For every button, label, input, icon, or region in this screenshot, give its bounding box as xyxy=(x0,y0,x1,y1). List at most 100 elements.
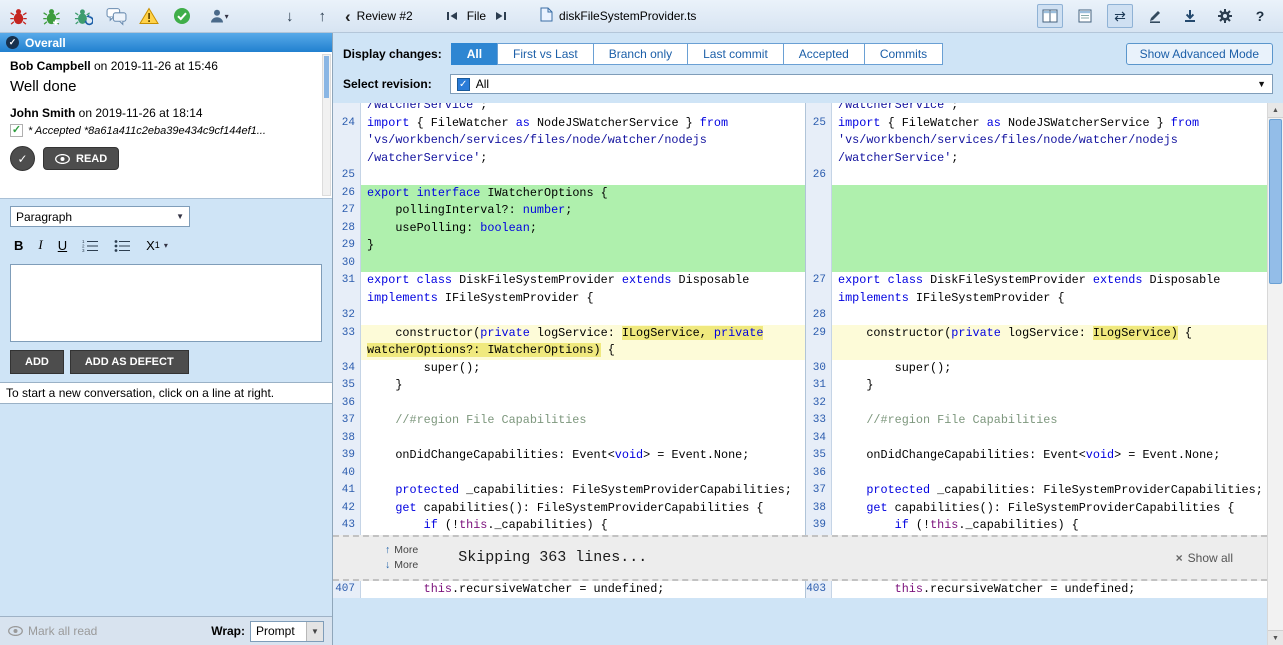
show-advanced-mode-button[interactable]: Show Advanced Mode xyxy=(1126,43,1273,65)
back-to-review[interactable]: ‹ Review #2 xyxy=(345,8,413,25)
diff-row[interactable]: 39 if (!this._capabilities) { xyxy=(806,517,1267,535)
diff-row[interactable]: /watcherService'; xyxy=(333,103,805,115)
comments-scrollbar-thumb[interactable] xyxy=(324,56,329,98)
diff-row[interactable]: 28 xyxy=(806,307,1267,325)
user-menu-icon[interactable]: ▾ xyxy=(203,4,234,28)
diff-row[interactable] xyxy=(806,202,1267,220)
diff-row[interactable]: 28 usePolling: boolean; xyxy=(333,220,805,238)
edit-file-icon[interactable] xyxy=(1142,4,1168,28)
diff-scrollbar[interactable]: ▲ ▼ xyxy=(1267,103,1283,645)
diff-row[interactable]: 37 protected _capabilities: FileSystemPr… xyxy=(806,482,1267,500)
diff-row[interactable]: 33 //#region File Capabilities xyxy=(806,412,1267,430)
show-all-button[interactable]: ×Show all xyxy=(1176,551,1233,565)
add-as-defect-button[interactable]: ADD AS DEFECT xyxy=(70,350,189,374)
diff-row[interactable] xyxy=(806,342,1267,360)
bullet-list-button[interactable] xyxy=(114,239,131,252)
diff-row[interactable]: 26export interface IWatcherOptions { xyxy=(333,185,805,203)
move-down-icon[interactable]: ↓ xyxy=(279,4,301,28)
paragraph-style-select[interactable]: Paragraph ▼ xyxy=(10,206,190,227)
diff-row[interactable]: 41 protected _capabilities: FileSystemPr… xyxy=(333,482,805,500)
diff-row[interactable]: 32 xyxy=(333,307,805,325)
diff-row[interactable]: 29 constructor(private logService: ILogS… xyxy=(806,325,1267,343)
new-review-bug-icon[interactable] xyxy=(41,4,63,28)
diff-row[interactable]: 29} xyxy=(333,237,805,255)
download-icon[interactable] xyxy=(1177,4,1203,28)
read-button[interactable]: READ xyxy=(43,147,119,170)
compare-mode-icon[interactable]: ⇄ xyxy=(1107,4,1133,28)
subscript-button[interactable]: X1 ▾ xyxy=(146,238,168,253)
diff-row[interactable]: 37 //#region File Capabilities xyxy=(333,412,805,430)
scroll-down-icon[interactable]: ▼ xyxy=(1268,630,1283,645)
comments-scrollbar[interactable] xyxy=(322,54,331,196)
help-icon[interactable]: ? xyxy=(1247,4,1273,28)
current-file[interactable]: diskFileSystemProvider.ts xyxy=(540,7,696,25)
more-down-button[interactable]: ↓More xyxy=(385,559,418,571)
move-up-icon[interactable]: ↑ xyxy=(311,4,333,28)
diff-row[interactable]: 40 xyxy=(333,465,805,483)
scroll-up-icon[interactable]: ▲ xyxy=(1268,103,1283,118)
revision-dropdown[interactable]: ✓ All ▼ xyxy=(450,74,1273,94)
first-file-icon[interactable] xyxy=(443,4,461,28)
comment-input[interactable] xyxy=(10,264,322,342)
diff-row[interactable]: 34 super(); xyxy=(333,360,805,378)
ordered-list-button[interactable]: 123 xyxy=(82,239,99,252)
diff-row[interactable]: 38 xyxy=(333,430,805,448)
last-file-icon[interactable] xyxy=(492,4,510,28)
diff-row[interactable]: 38 get capabilities(): FileSystemProvide… xyxy=(806,500,1267,518)
diff-row[interactable]: 35 onDidChangeCapabilities: Event<void> … xyxy=(806,447,1267,465)
underline-button[interactable]: U xyxy=(58,238,67,253)
diff-row[interactable]: /watcherService'; xyxy=(806,103,1267,115)
diff-row[interactable]: 403 this.recursiveWatcher = undefined; xyxy=(806,581,1267,599)
add-button[interactable]: ADD xyxy=(10,350,64,374)
accept-round-button[interactable]: ✓ xyxy=(10,146,35,171)
diff-row[interactable]: 33 constructor(private logService: ILogS… xyxy=(333,325,805,360)
mark-all-read-button[interactable]: Mark all read xyxy=(8,624,97,638)
diff-row[interactable]: 407 this.recursiveWatcher = undefined; xyxy=(333,581,805,599)
code-line xyxy=(832,465,1267,483)
tab-accepted[interactable]: Accepted xyxy=(783,43,865,65)
diff-row[interactable]: 27export class DiskFileSystemProvider ex… xyxy=(806,272,1267,307)
diff-row[interactable]: 24import { FileWatcher as NodeJSWatcherS… xyxy=(333,115,805,168)
reviews-bug-icon[interactable] xyxy=(8,4,30,28)
wrap-select[interactable]: Prompt ▼ xyxy=(250,621,324,642)
diff-row[interactable] xyxy=(806,255,1267,273)
diff-row[interactable]: 32 xyxy=(806,395,1267,413)
diff-row[interactable]: 30 xyxy=(333,255,805,273)
diff-row[interactable] xyxy=(806,185,1267,203)
diff-row[interactable]: 31export class DiskFileSystemProvider ex… xyxy=(333,272,805,307)
side-by-side-view-icon[interactable] xyxy=(1037,4,1063,28)
diff-row[interactable]: 36 xyxy=(806,465,1267,483)
more-up-button[interactable]: ↑More xyxy=(385,544,418,556)
tab-first-vs-last[interactable]: First vs Last xyxy=(497,43,594,65)
diff-row[interactable]: 39 onDidChangeCapabilities: Event<void> … xyxy=(333,447,805,465)
italic-button[interactable]: I xyxy=(38,237,42,253)
diff-row[interactable] xyxy=(806,237,1267,255)
diff-row[interactable]: 36 xyxy=(333,395,805,413)
diff-scrollbar-thumb[interactable] xyxy=(1269,119,1282,284)
bold-button[interactable]: B xyxy=(14,238,23,253)
diff-row[interactable]: 27 pollingInterval?: number; xyxy=(333,202,805,220)
tab-all[interactable]: All xyxy=(451,43,498,65)
diff-row[interactable]: 31 } xyxy=(806,377,1267,395)
code-line xyxy=(361,307,805,325)
diff-row[interactable]: 35 } xyxy=(333,377,805,395)
diff-row[interactable]: 30 super(); xyxy=(806,360,1267,378)
diff-row[interactable]: 25import { FileWatcher as NodeJSWatcherS… xyxy=(806,115,1267,168)
unified-view-icon[interactable] xyxy=(1072,4,1098,28)
comments-icon[interactable] xyxy=(106,4,128,28)
defects-warning-icon[interactable] xyxy=(138,4,160,28)
diff-row[interactable]: 26 xyxy=(806,167,1267,185)
diff-row[interactable]: 25 xyxy=(333,167,805,185)
accepted-check-icon[interactable] xyxy=(171,4,193,28)
tab-last-commit[interactable]: Last commit xyxy=(687,43,784,65)
diff-row[interactable]: 42 get capabilities(): FileSystemProvide… xyxy=(333,500,805,518)
diff-row[interactable]: 34 xyxy=(806,430,1267,448)
diff-row[interactable]: 43 if (!this._capabilities) { xyxy=(333,517,805,535)
diff-row[interactable] xyxy=(806,220,1267,238)
sync-review-bug-icon[interactable] xyxy=(73,4,95,28)
tab-branch-only[interactable]: Branch only xyxy=(593,43,688,65)
line-number: 38 xyxy=(333,430,361,448)
settings-gear-icon[interactable] xyxy=(1212,4,1238,28)
overall-section-header[interactable]: ✓ Overall xyxy=(0,33,332,52)
tab-commits[interactable]: Commits xyxy=(864,43,943,65)
